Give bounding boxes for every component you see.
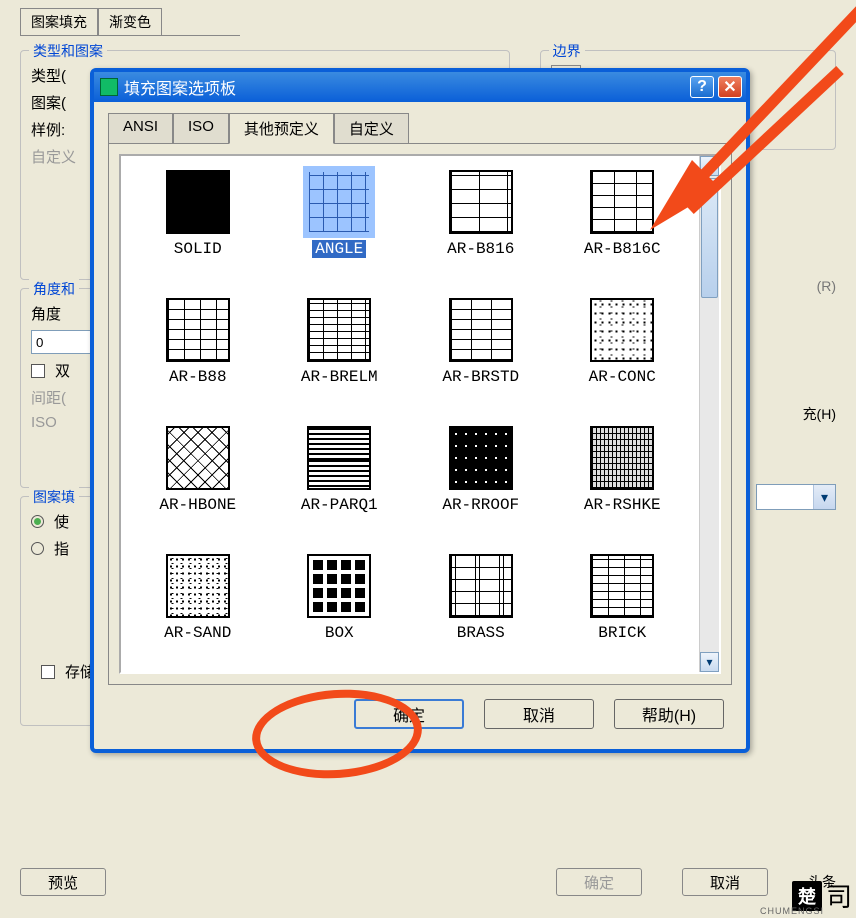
- app-icon: [100, 78, 118, 96]
- radio-use-current[interactable]: [31, 515, 44, 528]
- label-angle: 角度: [31, 303, 61, 324]
- pattern-swatch: [166, 170, 230, 234]
- tab-gradient[interactable]: 渐变色: [98, 8, 162, 35]
- watermark-sub: CHUMENGSI: [760, 906, 824, 916]
- pattern-swatch: [590, 426, 654, 490]
- pattern-swatch: [166, 554, 230, 618]
- tab-custom[interactable]: 自定义: [334, 113, 409, 144]
- pattern-item-ar-b816[interactable]: AR-B816: [410, 166, 552, 294]
- pattern-label: BOX: [325, 624, 354, 642]
- tab-other-predefined[interactable]: 其他预定义: [229, 113, 334, 144]
- scroll-thumb[interactable]: [701, 178, 718, 298]
- pattern-label: AR-BRELM: [301, 368, 378, 386]
- pattern-item-ar-b88[interactable]: AR-B88: [127, 294, 269, 422]
- label-specify: 指: [54, 538, 69, 559]
- pattern-swatch: [449, 298, 513, 362]
- pattern-label: ANGLE: [312, 240, 366, 258]
- pattern-item-brick[interactable]: BRICK: [552, 550, 694, 672]
- checkbox-double[interactable]: [31, 364, 45, 378]
- pattern-item-box[interactable]: BOX: [269, 550, 411, 672]
- pattern-label: AR-BRSTD: [442, 368, 519, 386]
- pattern-item-brass[interactable]: BRASS: [410, 550, 552, 672]
- group-origin: 图案填: [29, 487, 79, 507]
- pattern-item-ar-parq1[interactable]: AR-PARQ1: [269, 422, 411, 550]
- watermark-sym: 司: [826, 877, 852, 914]
- pattern-label: SOLID: [174, 240, 222, 258]
- pattern-item-ar-b816c[interactable]: AR-B816C: [552, 166, 694, 294]
- label-iso: ISO: [31, 414, 57, 431]
- watermark: 楚 司 CHUMENGSI: [792, 877, 852, 914]
- close-icon[interactable]: ✕: [718, 76, 742, 98]
- pattern-item-ar-conc[interactable]: AR-CONC: [552, 294, 694, 422]
- pattern-label: AR-PARQ1: [301, 496, 378, 514]
- label-sample: 样例:: [31, 119, 65, 140]
- group-boundary: 边界: [549, 41, 585, 61]
- tab-ansi[interactable]: ANSI: [108, 113, 173, 144]
- label-pattern: 图案(: [31, 92, 66, 113]
- pattern-swatch: [590, 554, 654, 618]
- ok-button[interactable]: 确定: [354, 699, 464, 729]
- label-double: 双: [55, 360, 70, 381]
- pattern-item-angle[interactable]: ANGLE: [269, 166, 411, 294]
- help-icon[interactable]: ?: [690, 76, 714, 98]
- pattern-swatch: [449, 426, 513, 490]
- pattern-swatch: [307, 426, 371, 490]
- scroll-down-icon[interactable]: ▾: [700, 652, 719, 672]
- bg-cancel-button[interactable]: 取消: [682, 868, 768, 896]
- pattern-label: AR-SAND: [164, 624, 231, 642]
- pattern-swatch: [449, 170, 513, 234]
- pattern-label: AR-B816: [447, 240, 514, 258]
- pattern-item-solid[interactable]: SOLID: [127, 166, 269, 294]
- hatch-pattern-palette-dialog: 填充图案选项板 ? ✕ ANSI ISO 其他预定义 自定义 SOLID ANGL…: [90, 68, 750, 753]
- label-custom: 自定义: [31, 146, 76, 167]
- pattern-label: AR-B88: [169, 368, 227, 386]
- scroll-up-icon[interactable]: ▴: [700, 156, 719, 176]
- pattern-grid: SOLID ANGLE AR-B816 AR-B816C AR-B88 AR-BRELM A…: [121, 156, 699, 672]
- pattern-label: AR-RROOF: [442, 496, 519, 514]
- tab-iso[interactable]: ISO: [173, 113, 229, 144]
- pattern-item-ar-hbone[interactable]: AR-HBONE: [127, 422, 269, 550]
- pattern-swatch: [590, 170, 654, 234]
- pattern-label: AR-HBONE: [159, 496, 236, 514]
- dialog-title: 填充图案选项板: [124, 75, 236, 99]
- pattern-label: AR-RSHKE: [584, 496, 661, 514]
- pattern-list-panel: SOLID ANGLE AR-B816 AR-B816C AR-B88 AR-BRELM A…: [119, 154, 721, 674]
- pattern-label: BRASS: [457, 624, 505, 642]
- radio-specify[interactable]: [31, 542, 44, 555]
- scrollbar[interactable]: ▴ ▾: [699, 156, 719, 672]
- chevron-down-icon: ▾: [813, 485, 835, 509]
- checkbox-store-default[interactable]: [41, 665, 55, 679]
- preview-button[interactable]: 预览: [20, 868, 106, 896]
- pattern-swatch: [307, 170, 371, 234]
- label-use-current: 使: [54, 511, 69, 532]
- group-angle: 角度和: [29, 279, 79, 299]
- pattern-swatch: [307, 554, 371, 618]
- pattern-item-ar-sand[interactable]: AR-SAND: [127, 550, 269, 672]
- combo-unknown[interactable]: ▾: [756, 484, 836, 510]
- pattern-label: AR-CONC: [589, 368, 656, 386]
- cancel-button[interactable]: 取消: [484, 699, 594, 729]
- bg-ok-button[interactable]: 确定: [556, 868, 642, 896]
- label-spacing: 间距(: [31, 387, 66, 408]
- titlebar[interactable]: 填充图案选项板 ? ✕: [94, 72, 746, 102]
- pattern-item-ar-brstd[interactable]: AR-BRSTD: [410, 294, 552, 422]
- pattern-item-ar-rshke[interactable]: AR-RSHKE: [552, 422, 694, 550]
- label-type: 类型(: [31, 65, 66, 86]
- pattern-swatch: [307, 298, 371, 362]
- pattern-swatch: [166, 426, 230, 490]
- pattern-label: AR-B816C: [584, 240, 661, 258]
- pattern-swatch: [166, 298, 230, 362]
- pattern-item-ar-brelm[interactable]: AR-BRELM: [269, 294, 411, 422]
- group-type-pattern: 类型和图案: [29, 41, 107, 61]
- pattern-swatch: [449, 554, 513, 618]
- pattern-swatch: [590, 298, 654, 362]
- tab-pattern-fill[interactable]: 图案填充: [20, 8, 98, 35]
- pattern-tabs: ANSI ISO 其他预定义 自定义: [108, 112, 732, 143]
- pattern-label: BRICK: [598, 624, 646, 642]
- help-button[interactable]: 帮助(H): [614, 699, 724, 729]
- pattern-item-ar-rroof[interactable]: AR-RROOF: [410, 422, 552, 550]
